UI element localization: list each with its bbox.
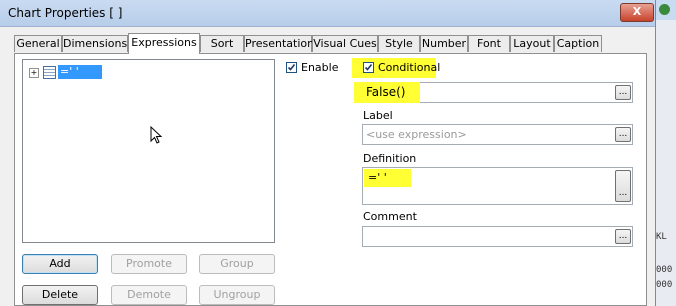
ungroup-button[interactable]: Ungroup (199, 285, 275, 305)
label-placeholder: <use expression> (366, 128, 467, 141)
expand-icon[interactable]: + (29, 68, 39, 78)
app-status-icon (659, 4, 670, 15)
definition-text: =' ' (368, 171, 387, 184)
close-button[interactable]: X (620, 3, 654, 22)
label-ellipsis-button[interactable]: ... (615, 127, 631, 142)
label-caption: Label (363, 109, 393, 122)
mouse-pointer-icon (150, 126, 163, 144)
tab-number[interactable]: Number (420, 35, 468, 52)
enable-label: Enable (301, 61, 339, 74)
tab-expressions[interactable]: Expressions (128, 33, 200, 54)
add-button[interactable]: Add (22, 254, 98, 274)
tab-visual-cues[interactable]: Visual Cues (312, 35, 378, 52)
checkmark-icon (287, 64, 296, 71)
background-text: 000 (656, 280, 673, 290)
background-text: KL (656, 232, 667, 242)
conditional-checkbox[interactable] (363, 62, 374, 73)
comment-caption: Comment (363, 210, 417, 223)
expression-tree-item[interactable]: =' ' (58, 65, 102, 79)
group-button[interactable]: Group (199, 254, 275, 274)
expressions-tree[interactable]: + =' ' (22, 59, 275, 243)
comment-ellipsis-button[interactable]: ... (615, 229, 631, 244)
background-text: 000 (656, 265, 673, 275)
tab-font[interactable]: Font (468, 35, 510, 52)
background-window: KL 000 000 (656, 0, 676, 306)
tab-sort[interactable]: Sort (200, 35, 244, 52)
window-title: Chart Properties [ ] (8, 6, 123, 20)
tab-caption[interactable]: Caption (554, 35, 602, 52)
comment-field[interactable] (362, 226, 633, 247)
tab-general[interactable]: General (14, 35, 62, 52)
enable-checkbox[interactable] (286, 62, 297, 73)
chart-properties-dialog: Chart Properties [ ] X General Dimension… (0, 0, 656, 306)
conditional-label: Conditional (378, 61, 441, 74)
definition-caption: Definition (363, 152, 417, 165)
promote-button[interactable]: Promote (111, 254, 187, 274)
tab-presentation[interactable]: Presentation (244, 35, 314, 52)
tab-dimensions[interactable]: Dimensions (62, 35, 128, 52)
demote-button[interactable]: Demote (111, 285, 187, 305)
tab-style[interactable]: Style (378, 35, 420, 52)
tab-layout[interactable]: Layout (510, 35, 554, 52)
delete-button[interactable]: Delete (22, 285, 98, 305)
title-bar[interactable]: Chart Properties [ ] X (0, 0, 655, 27)
conditional-ellipsis-button[interactable]: ... (615, 85, 631, 100)
table-icon (43, 66, 56, 79)
checkmark-icon (364, 64, 373, 71)
definition-ellipsis-button[interactable]: ... (615, 170, 631, 202)
conditional-expression-text: False() (366, 85, 406, 99)
